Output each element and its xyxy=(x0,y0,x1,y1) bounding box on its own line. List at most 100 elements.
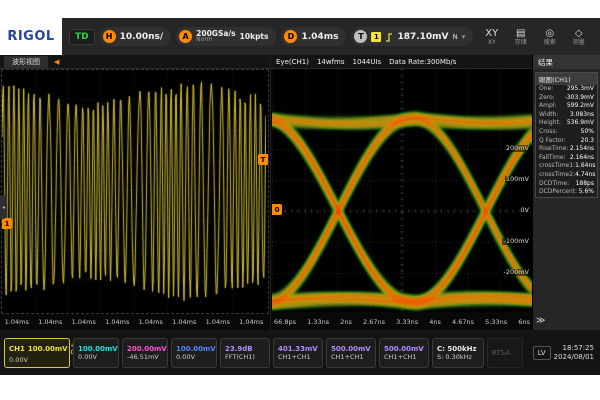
math-scale: 401.33mV xyxy=(278,345,318,353)
eye-panel: Eye(CH1) 14wfms 1044UIs Data Rate:300Mb/… xyxy=(270,55,533,330)
collapse-arrow-icon[interactable]: ◀ xyxy=(54,58,59,66)
trigger-button[interactable]: T 1 187.10mV N ▾ xyxy=(351,27,473,46)
eye-plot[interactable]: 0 200mV100mV0V-100mV-200mV xyxy=(272,69,532,312)
math-operation: CH1+CH1 xyxy=(384,354,424,361)
acquire-button[interactable]: A 200GSa/s Norm 10kpts xyxy=(176,27,276,46)
horizontal-scale-button[interactable]: H 10.00ns/ xyxy=(100,27,172,46)
waveform-panel: 波形视图 ◀ 1 T 1.04ms1.04ms1.04ms1.04ms1.04m… xyxy=(0,55,270,330)
ch2-scale: 100.00mV xyxy=(78,345,114,353)
result-label: FallTime: xyxy=(539,154,566,163)
time-axis-label: 1.04ms xyxy=(72,318,96,326)
eye-time-label: 3.33ns xyxy=(396,318,418,326)
ch3-offset: -46.51mV xyxy=(127,354,163,361)
result-label: Height: xyxy=(539,119,561,128)
chevron-down-icon: ▾ xyxy=(462,33,466,41)
toolbar-icon: ▤ xyxy=(516,28,525,39)
result-row: RiseTime: 2.154ns xyxy=(536,145,597,154)
math-operation: CH1+CH1 xyxy=(278,354,318,361)
ch3-scale: 200.00mV xyxy=(127,345,163,353)
results-title: 结果 xyxy=(533,55,600,69)
expand-icon[interactable]: ≫ xyxy=(536,316,545,326)
channel-box-ch1[interactable]: CH1 100.00mV ≡ Ω 0.00V xyxy=(4,338,70,368)
result-row: Cross: 50% xyxy=(536,128,597,137)
result-label: Cross: xyxy=(539,128,557,137)
math-box[interactable]: 500.00mV CH1+CH1 xyxy=(379,338,429,368)
channel-box-ch3[interactable]: 200.00mV -46.51mV xyxy=(122,338,168,368)
eye-time-label: 4ns xyxy=(429,318,441,326)
ch1-ground-marker[interactable]: 1 xyxy=(2,218,12,229)
result-value: 295.3mV xyxy=(567,85,594,94)
toolbar-button[interactable]: XY XY xyxy=(478,28,505,46)
rigol-logo: RIGOL xyxy=(0,18,62,55)
waveform-plot[interactable]: 1 T xyxy=(1,69,269,314)
waveform-canvas xyxy=(2,70,266,311)
result-value: -303.9mV xyxy=(565,94,594,103)
eye-wfms-count: 14wfms xyxy=(317,58,345,66)
result-label: crossTime1: xyxy=(539,162,575,171)
result-value: 3.083ns xyxy=(570,111,594,120)
eye-time-label: 4.67ns xyxy=(452,318,474,326)
trigger-source-badge: 1 xyxy=(371,32,381,42)
counter-line2: S: 0.30kHz xyxy=(437,354,479,361)
rtsa-label: RTSA xyxy=(492,349,518,357)
result-value: 50% xyxy=(581,128,594,137)
eye-time-label: 66.8ps xyxy=(274,318,296,326)
result-label: Ampl: xyxy=(539,102,556,111)
toolbar-button[interactable]: ≡ 解码 xyxy=(594,28,600,46)
toolbar-button[interactable]: ◎ 搜索 xyxy=(536,28,563,46)
channel-box-ch2[interactable]: 100.00mV 0.00V xyxy=(73,338,119,368)
result-label: Zero: xyxy=(539,94,555,103)
result-row: Height: 536.9mV xyxy=(536,119,597,128)
eye-time-label: 6ns xyxy=(518,318,530,326)
channel-box-ch4[interactable]: 100.00mV 0.00V xyxy=(171,338,217,368)
math-box[interactable]: 500.00mV CH1+CH1 xyxy=(326,338,376,368)
result-label: DCDTime: xyxy=(539,180,569,189)
result-value: 536.9mV xyxy=(567,119,594,128)
toolbar-button[interactable]: ◇ 测量 xyxy=(565,28,592,46)
counter-box[interactable]: C: 500kHz S: 0.30kHz xyxy=(432,338,484,368)
toolbar-button[interactable]: ▤ 存储 xyxy=(507,28,534,46)
time: 18:57:25 xyxy=(554,344,594,353)
result-row: One: 295.3mV xyxy=(536,85,597,94)
time-axis-label: 1.04ms xyxy=(239,318,263,326)
ch1-offset: 0.00V xyxy=(9,357,65,364)
voltage-axis-label: -200mV xyxy=(502,269,530,276)
results-source[interactable]: 眼图(CH1) xyxy=(536,73,597,85)
eye-data-rate: Data Rate:300Mb/s xyxy=(389,58,456,66)
trigger-status-badge: TD xyxy=(69,29,95,45)
time-axis-label: 1.04ms xyxy=(172,318,196,326)
math-operation: CH1+CH1 xyxy=(331,354,371,361)
result-row: DCDTime: 188ps xyxy=(536,180,597,189)
ch4-offset: 0.00V xyxy=(176,354,212,361)
waveform-view-tab[interactable]: 波形视图 xyxy=(4,56,48,68)
acquire-mode: Norm xyxy=(196,37,235,43)
math-boxes: 23.9dB FFT(CH1) 401.33mV CH1+CH1 500.00m… xyxy=(220,338,429,368)
rtsa-box[interactable]: RTSA xyxy=(487,338,523,368)
left-drawer-handle[interactable]: ◂ xyxy=(0,195,7,219)
ch1-scale: 100.00mV xyxy=(28,345,68,353)
eye-ground-marker[interactable]: 0 xyxy=(272,204,282,215)
trigger-level-marker[interactable]: T xyxy=(258,154,268,165)
result-row: Ampl: 599.2mV xyxy=(536,102,597,111)
result-value: 188ps xyxy=(576,180,594,189)
result-value: 1.64ns xyxy=(575,162,595,171)
trigger-coupling: N xyxy=(453,33,458,41)
lv-button[interactable]: LV xyxy=(533,346,551,360)
result-row: crossTime2: 4.74ns xyxy=(536,171,597,180)
math-box[interactable]: 23.9dB FFT(CH1) xyxy=(220,338,270,368)
results-box: 眼图(CH1) One: 295.3mV Zero: -303.9mV xyxy=(535,72,598,198)
math-box[interactable]: 401.33mV CH1+CH1 xyxy=(273,338,323,368)
result-value: 4.74ns xyxy=(575,171,595,180)
time-axis-label: 1.04ms xyxy=(139,318,163,326)
result-row: Zero: -303.9mV xyxy=(536,94,597,103)
toolbar-icon: ◎ xyxy=(545,28,554,39)
eye-canvas xyxy=(272,69,532,312)
eye-panel-header: Eye(CH1) 14wfms 1044UIs Data Rate:300Mb/… xyxy=(271,55,533,69)
result-value: 2.164ns xyxy=(570,154,594,163)
top-bar: RIGOL TD H 10.00ns/ A 200GSa/s Norm 10kp… xyxy=(0,18,600,55)
delay-button[interactable]: D 1.04ms xyxy=(281,27,346,46)
results-list: One: 295.3mV Zero: -303.9mV Ampl: 599.2m… xyxy=(536,85,597,197)
result-label: DCDPercent: xyxy=(539,188,577,197)
math-scale: 23.9dB xyxy=(225,345,265,353)
math-scale: 500.00mV xyxy=(384,345,424,353)
